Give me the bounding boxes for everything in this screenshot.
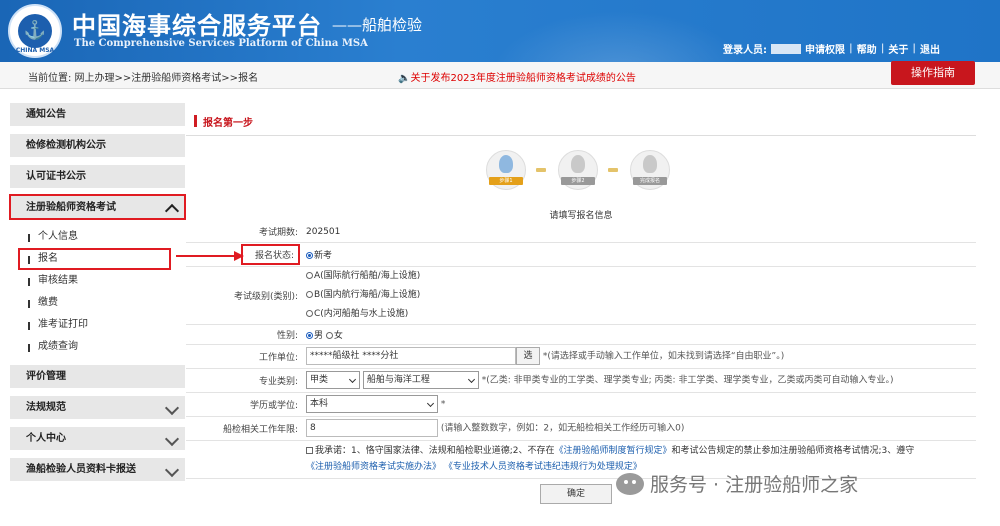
gender-female-radio[interactable]: 女	[325, 331, 343, 341]
gender-male-radio[interactable]: 男	[306, 331, 323, 341]
main-content: 报名第一步 步骤1 步骤2 完成报名 请填写报名信息 考试期数: 202501 …	[186, 105, 976, 479]
sidebar-item-certificates[interactable]: 认可证书公示	[10, 164, 185, 188]
wechat-icon	[616, 472, 644, 495]
chevron-up-icon	[164, 203, 180, 219]
years-label: 船检相关工作年限:	[186, 416, 302, 441]
commitment-checkbox[interactable]	[306, 447, 313, 454]
exam-period-label: 考试期数:	[186, 222, 302, 243]
location-bar: 当前位置: 网上办理>>注册验船师资格考试>>报名 🔈关于发布2023年度注册验…	[0, 62, 1000, 89]
submenu-review-result[interactable]: 审核结果	[10, 270, 185, 292]
category-option-c[interactable]: C(内河船舶与水上设施)	[306, 305, 976, 324]
exam-period-value: 202501	[302, 222, 976, 243]
site-title: 中国海事综合服务平台	[72, 11, 322, 40]
notice-marquee[interactable]: 🔈关于发布2023年度注册验船师资格考试成绩的公告	[398, 69, 636, 84]
site-title-english: The Comprehensive Services Platform of C…	[74, 38, 368, 49]
chevron-down-icon	[164, 462, 180, 478]
submenu-admission-print[interactable]: 准考证打印	[10, 314, 185, 336]
user-label: 登录人员:	[723, 45, 768, 56]
step-indicator: 步骤1 步骤2 完成报名	[486, 150, 706, 200]
regulation-link-3[interactable]: 《专业技术人员资格考试违纪违规行为处理规定》	[444, 462, 642, 472]
submenu-personal-info[interactable]: 个人信息	[10, 226, 185, 248]
category-label: 考试级别(类别):	[186, 266, 302, 325]
work-unit-select-button[interactable]: 选	[516, 347, 540, 365]
status-label: 报名状态:	[240, 243, 300, 265]
site-header: ⚓ CHINA MSA 中国海事综合服务平台 ——船舶检验 The Compre…	[0, 0, 1000, 62]
major-select[interactable]: 船舶与海洋工程	[362, 371, 479, 389]
category-option-a[interactable]: A(国际航行船舶/海上设施)	[306, 267, 976, 286]
help-link[interactable]: 帮助	[857, 41, 877, 56]
sidebar-item-evaluation[interactable]: 评价管理	[10, 364, 185, 388]
work-unit-label: 工作单位:	[186, 344, 302, 369]
sidebar-item-regulations[interactable]: 法规规范	[10, 395, 185, 419]
major-label: 专业类别:	[186, 368, 302, 393]
chevron-down-icon	[164, 400, 180, 416]
user-bar: 登录人员: 申请权限 | 帮助 | 关于 | 退出	[723, 41, 940, 56]
submenu-score-query[interactable]: 成绩查询	[10, 336, 185, 358]
msa-logo: ⚓ CHINA MSA	[8, 4, 62, 58]
regulation-link-2[interactable]: 《注册验船师资格考试实施办法》	[306, 462, 441, 472]
about-link[interactable]: 关于	[888, 41, 908, 56]
status-radio[interactable]: 新考	[302, 242, 976, 267]
logout-link[interactable]: 退出	[920, 41, 940, 56]
step-1: 步骤1	[486, 150, 526, 190]
sidebar: 通知公告 检修检测机构公示 认可证书公示 注册验船师资格考试 个人信息 报名 审…	[9, 102, 186, 488]
major-hint: *(乙类: 非甲类专业的工学类、理学类专业; 丙类: 非工学类、理学类专业，乙类…	[481, 375, 894, 386]
user-name-masked	[771, 43, 802, 54]
breadcrumb: 当前位置: 网上办理>>注册验船师资格考试>>报名	[28, 73, 259, 84]
chevron-down-icon	[164, 431, 180, 447]
confirm-button[interactable]: 确定	[540, 484, 612, 504]
chevron-down-icon	[467, 375, 475, 384]
person-icon	[499, 155, 513, 173]
person-icon	[643, 155, 657, 173]
sidebar-item-fishing-vessel[interactable]: 渔船检验人员资料卡报送	[10, 457, 185, 481]
sidebar-item-personal-center[interactable]: 个人中心	[10, 426, 185, 450]
gender-label: 性别:	[186, 324, 302, 345]
step-3: 完成报名	[630, 150, 670, 190]
submenu-registration[interactable]: 报名	[18, 248, 171, 270]
category-option-b[interactable]: B(国内航行海船/海上设施)	[306, 286, 976, 305]
sidebar-item-institutions[interactable]: 检修检测机构公示	[10, 133, 185, 157]
work-unit-input[interactable]: *****船级社 ****分社	[306, 347, 516, 365]
years-hint: (请输入整数数字，例如：2，如无船检相关工作经历可输入0)	[440, 423, 685, 434]
exam-submenu: 个人信息 报名 审核结果 缴费 准考证打印 成绩查询	[10, 226, 185, 358]
major-category-select[interactable]: 甲类	[306, 371, 360, 389]
chevron-down-icon	[426, 399, 435, 408]
operation-guide-button[interactable]: 操作指南	[891, 61, 975, 85]
apply-permission-link[interactable]: 申请权限	[805, 41, 845, 56]
watermark: 服务号 · 注册验船师之家	[616, 470, 858, 497]
form-title: 请填写报名信息	[549, 211, 613, 221]
registration-form: 考试期数: 202501 报名状态: 新考 考试级别(类别): A(国际航行船舶…	[186, 222, 976, 479]
degree-label: 学历或学位:	[186, 392, 302, 417]
sidebar-item-notices[interactable]: 通知公告	[10, 102, 185, 126]
work-unit-hint: *(请选择或手动输入工作单位，如未找到请选择“自由职业”。)	[542, 351, 785, 362]
person-icon	[571, 155, 585, 173]
submenu-payment[interactable]: 缴费	[10, 292, 185, 314]
degree-select[interactable]: 本科	[306, 395, 438, 413]
years-input[interactable]: 8	[306, 419, 438, 437]
site-subtitle: ——船舶检验	[332, 16, 423, 34]
anchor-icon: ⚓	[18, 14, 52, 48]
sidebar-item-exam[interactable]: 注册验船师资格考试	[9, 194, 186, 220]
logo-text: CHINA MSA	[15, 47, 55, 54]
degree-required-mark: *	[440, 399, 446, 410]
speaker-icon: 🔈	[398, 73, 411, 84]
chevron-down-icon	[348, 375, 357, 384]
section-title: 报名第一步	[203, 118, 253, 129]
section-header: 报名第一步	[186, 105, 976, 136]
step-2: 步骤2	[558, 150, 598, 190]
regulation-link-1[interactable]: 《注册验船师制度暂行规定》	[555, 446, 672, 456]
